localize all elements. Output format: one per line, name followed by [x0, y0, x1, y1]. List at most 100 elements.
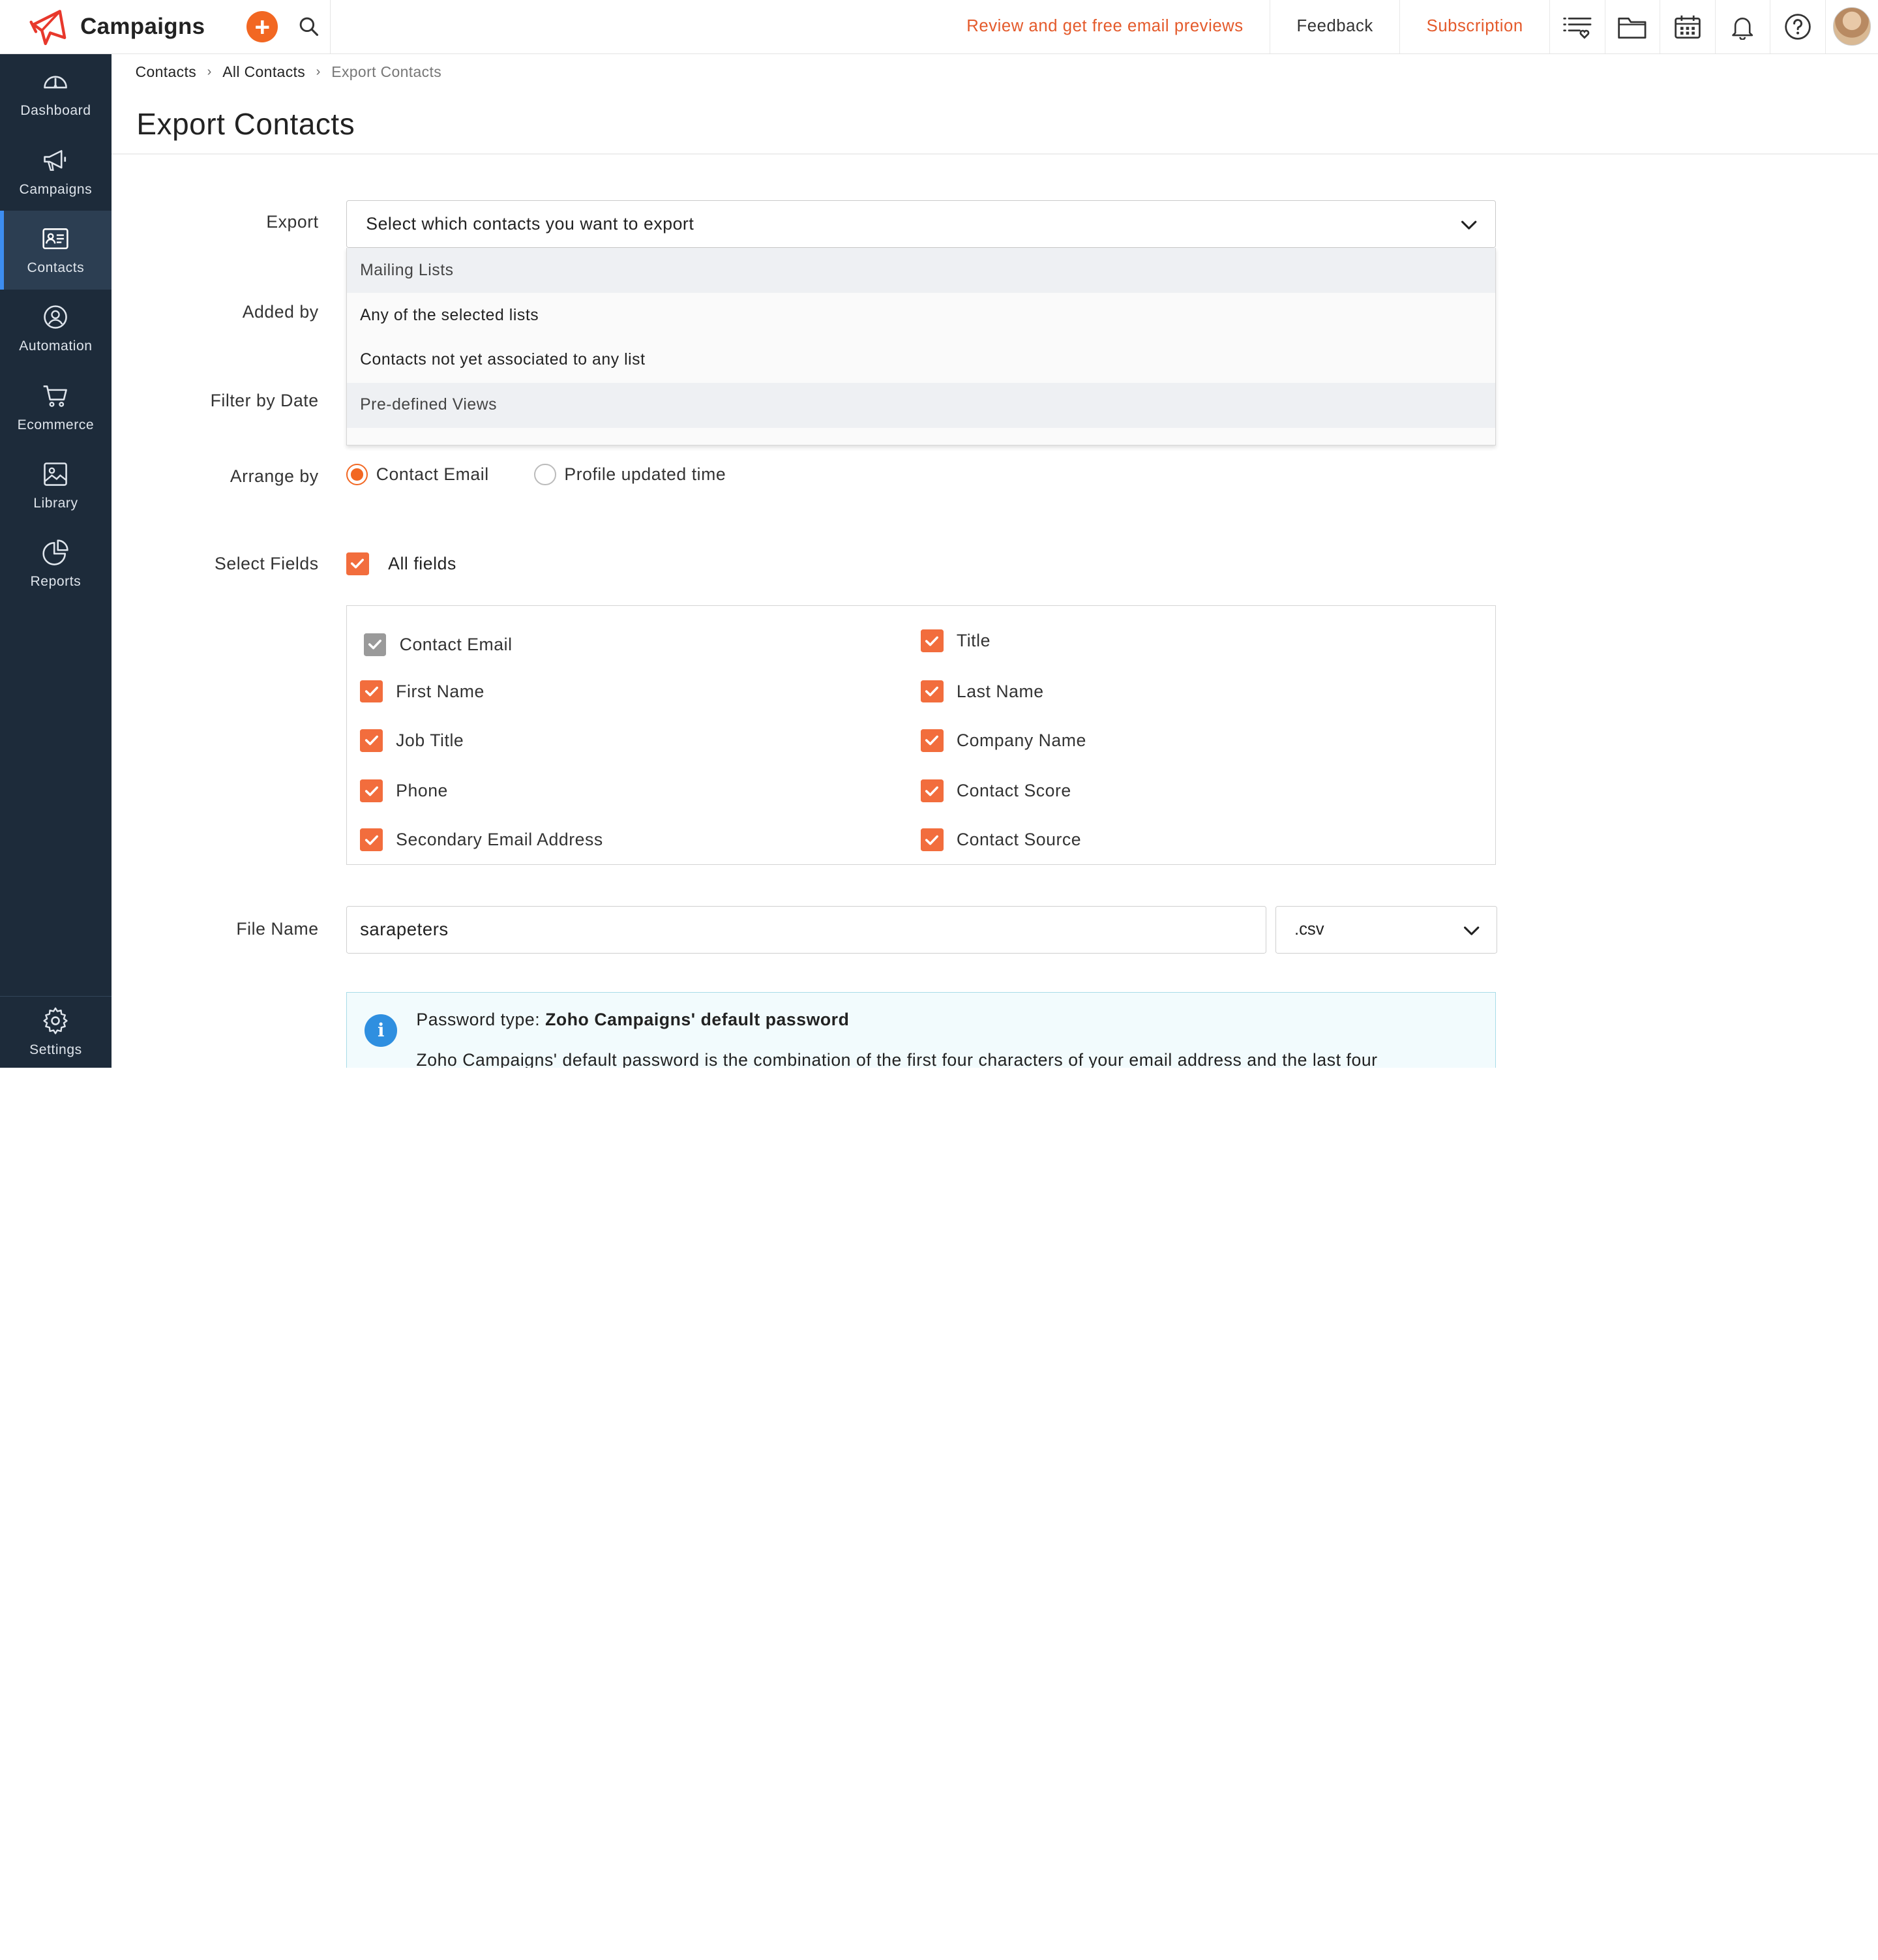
- field-phone[interactable]: Phone: [360, 779, 448, 802]
- checkmark-icon: [925, 636, 939, 646]
- export-dropdown-menu: Mailing Lists Any of the selected lists …: [346, 248, 1497, 446]
- checkmark-icon: [365, 786, 378, 796]
- export-select[interactable]: Select which contacts you want to export: [346, 200, 1497, 249]
- field-contact-score[interactable]: Contact Score: [920, 779, 1071, 802]
- field-label: Company Name: [956, 730, 1086, 750]
- breadcrumb-contacts[interactable]: Contacts: [136, 63, 197, 81]
- field-title[interactable]: Title: [920, 629, 991, 653]
- field-contact-source[interactable]: Contact Source: [920, 828, 1081, 852]
- checkbox-checked-icon[interactable]: [920, 629, 944, 653]
- sidebar-item-label: Reports: [30, 574, 82, 590]
- sidebar-item-reports[interactable]: Reports: [0, 525, 112, 603]
- file-name-input[interactable]: sarapeters: [346, 905, 1266, 954]
- checkbox-checked-icon[interactable]: [920, 828, 944, 852]
- checkbox-checked-icon[interactable]: [920, 680, 944, 703]
- user-avatar[interactable]: [1832, 7, 1871, 46]
- file-name-label: File Name: [236, 918, 319, 939]
- checkbox-checked-icon[interactable]: [920, 729, 944, 752]
- file-name-value: sarapeters: [360, 919, 449, 940]
- sidebar-item-dashboard[interactable]: Dashboard: [0, 54, 112, 132]
- select-fields-label: Select Fields: [215, 553, 319, 573]
- password-info-box: i Password type: Zoho Campaigns' default…: [346, 992, 1497, 1068]
- brand[interactable]: Campaigns: [0, 0, 237, 53]
- folder-button[interactable]: [1605, 0, 1661, 54]
- sidebar-item-automation[interactable]: Automation: [0, 290, 112, 368]
- field-contact-email[interactable]: Contact Email: [363, 633, 513, 656]
- breadcrumb-current: Export Contacts: [331, 63, 442, 81]
- field-label: Contact Score: [956, 780, 1071, 800]
- checkbox-checked-icon[interactable]: [360, 828, 383, 852]
- calendar-button[interactable]: [1660, 0, 1716, 54]
- checkbox-checked-icon[interactable]: [360, 729, 383, 752]
- field-label: First Name: [396, 681, 484, 701]
- help-button[interactable]: [1770, 0, 1826, 54]
- radio-label: Profile updated time: [564, 464, 726, 484]
- radio-unselected-icon[interactable]: [534, 463, 556, 485]
- sidebar-item-campaigns[interactable]: Campaigns: [0, 132, 112, 211]
- sidebar-item-contacts[interactable]: Contacts: [0, 211, 112, 290]
- top-header: Campaigns + Review and get free email pr…: [0, 0, 1878, 54]
- pie-chart-icon: [42, 539, 69, 565]
- breadcrumb-separator-icon: ›: [316, 65, 321, 80]
- field-company-name[interactable]: Company Name: [920, 729, 1086, 752]
- fields-grid: Contact Email Title First Name Last Name: [346, 605, 1497, 866]
- dropdown-option-selected-lists[interactable]: Any of the selected lists: [347, 293, 1496, 338]
- subscription-link[interactable]: Subscription: [1400, 0, 1551, 54]
- checkbox-checked-icon[interactable]: [346, 552, 369, 575]
- password-type-title: Password type: Zoho Campaigns' default p…: [416, 1010, 849, 1030]
- feedback-link[interactable]: Feedback: [1270, 0, 1401, 54]
- cart-icon: [44, 385, 68, 407]
- field-first-name[interactable]: First Name: [360, 680, 484, 703]
- field-label: Phone: [396, 780, 448, 800]
- sidebar-item-settings[interactable]: Settings: [0, 995, 112, 1068]
- checkbox-checked-icon[interactable]: [920, 779, 944, 802]
- bell-icon: [1732, 17, 1753, 40]
- breadcrumb-separator-icon: ›: [207, 65, 212, 80]
- breadcrumb: Contacts › All Contacts › Export Contact…: [136, 63, 442, 81]
- sidebar-item-label: Dashboard: [20, 103, 91, 119]
- all-fields-checkbox[interactable]: All fields: [346, 552, 456, 575]
- notifications-button[interactable]: [1716, 0, 1771, 54]
- app-root: Campaigns + Review and get free email pr…: [0, 0, 1878, 1068]
- contact-lists-button[interactable]: [1550, 0, 1605, 54]
- checkmark-icon: [925, 786, 939, 796]
- field-job-title[interactable]: Job Title: [360, 729, 464, 752]
- sidebar-item-label: Settings: [29, 1042, 82, 1057]
- field-label: Secondary Email Address: [396, 830, 603, 850]
- search-icon: [299, 17, 318, 37]
- password-type-prefix: Password type:: [416, 1009, 541, 1029]
- arrange-contact-email-option[interactable]: Contact Email: [346, 463, 489, 485]
- checkbox-checked-icon[interactable]: [360, 779, 383, 802]
- automation-icon: [44, 305, 68, 329]
- sidebar-item-library[interactable]: Library: [0, 446, 112, 524]
- sidebar: Dashboard Campaigns Contacts Automation …: [0, 53, 112, 1068]
- all-fields-label: All fields: [388, 553, 456, 573]
- folder-icon: [1618, 17, 1647, 38]
- dropdown-option-unassociated[interactable]: Contacts not yet associated to any list: [347, 338, 1496, 383]
- checkbox-checked-icon[interactable]: [360, 680, 383, 703]
- sidebar-item-label: Contacts: [27, 260, 85, 275]
- radio-selected-icon[interactable]: [346, 463, 368, 485]
- breadcrumb-all-contacts[interactable]: All Contacts: [222, 63, 305, 81]
- chevron-down-icon: [1463, 926, 1480, 935]
- search-button[interactable]: [288, 0, 331, 54]
- field-label: Title: [956, 631, 991, 651]
- field-secondary-email[interactable]: Secondary Email Address: [360, 828, 603, 852]
- create-new-button[interactable]: +: [246, 10, 278, 42]
- main-content: Contacts › All Contacts › Export Contact…: [111, 54, 1878, 1068]
- megaphone-icon: [44, 149, 67, 171]
- filter-by-date-label: Filter by Date: [210, 390, 319, 410]
- calendar-icon: [1675, 15, 1701, 38]
- arrange-profile-updated-option[interactable]: Profile updated time: [534, 463, 726, 485]
- checkmark-icon: [925, 736, 939, 746]
- added-by-label: Added by: [242, 301, 319, 322]
- field-last-name[interactable]: Last Name: [920, 680, 1044, 703]
- file-extension-select[interactable]: .csv: [1275, 905, 1498, 954]
- sidebar-item-ecommerce[interactable]: Ecommerce: [0, 368, 112, 446]
- chevron-down-icon: [1461, 220, 1477, 230]
- contact-card-icon: [42, 228, 69, 249]
- arrange-by-group: Contact Email Profile updated time: [346, 463, 771, 485]
- gear-icon: [43, 1007, 68, 1034]
- checkmark-icon: [351, 559, 365, 569]
- review-previews-link[interactable]: Review and get free email previews: [940, 0, 1271, 54]
